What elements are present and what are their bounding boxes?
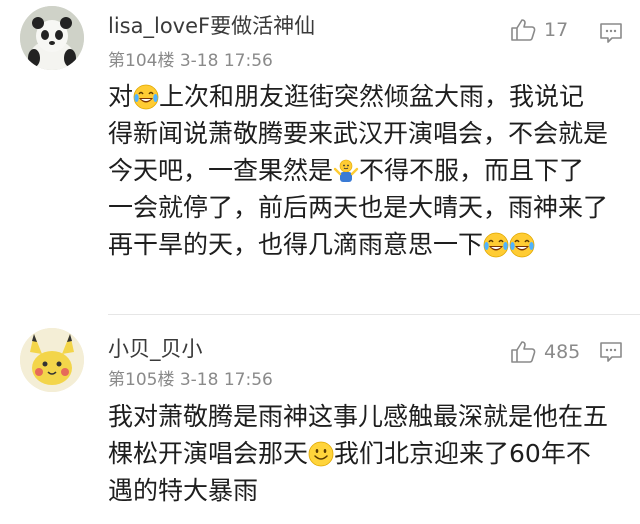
comment-content: 对上次和朋友逛街突然倾盆大雨，我说记得新闻说萧敬腾要来武汉开演唱会，不会就是今天… xyxy=(108,78,608,263)
comment-bubble-icon xyxy=(600,23,622,43)
comment-time: 3-18 17:56 xyxy=(179,51,273,71)
comment-content: 我对萧敬腾是雨神这事儿感触最深就是他在五棵松开演唱会那天 我们北京迎来了60年不遇… xyxy=(108,398,608,509)
like-count: 485 xyxy=(544,341,581,363)
comment-item: lisa_loveF要做活神仙 第104楼 3-18 17:56 17 对上次和… xyxy=(0,0,640,310)
avatar[interactable] xyxy=(20,328,84,392)
pikachu-avatar-icon xyxy=(20,328,84,392)
comment-meta: 第104楼 3-18 17:56 xyxy=(108,46,273,71)
comment-meta: 第105楼 3-18 17:56 xyxy=(108,365,273,390)
laughing-tears-emoji xyxy=(483,231,509,258)
comment-bubble-icon xyxy=(600,342,622,362)
username[interactable]: lisa_loveF要做活神仙 xyxy=(108,10,315,40)
avatar[interactable] xyxy=(20,6,84,70)
laughing-tears-emoji xyxy=(133,83,159,110)
comment-time: 3-18 17:56 xyxy=(179,370,273,390)
like-count: 17 xyxy=(544,19,569,41)
smile-emoji xyxy=(308,440,334,467)
thumbs-up-icon xyxy=(511,19,536,41)
reply-button[interactable] xyxy=(599,341,623,363)
shrug-emoji xyxy=(333,157,359,183)
reply-button[interactable] xyxy=(599,22,623,44)
thumbs-up-icon xyxy=(511,341,536,363)
panda-avatar-icon xyxy=(20,6,84,70)
comment-divider xyxy=(108,314,640,315)
like-button[interactable]: 485 xyxy=(510,340,580,364)
comment-item: 小贝_贝小 第105楼 3-18 17:56 485 我对萧敬腾是雨神这事儿感触… xyxy=(0,318,640,524)
floor-number: 第104楼 xyxy=(108,51,175,71)
content-text: 对 xyxy=(108,82,134,111)
like-button[interactable]: 17 xyxy=(510,18,568,42)
floor-number: 第105楼 xyxy=(108,370,175,390)
username[interactable]: 小贝_贝小 xyxy=(108,333,203,363)
laughing-tears-emoji xyxy=(509,231,535,258)
